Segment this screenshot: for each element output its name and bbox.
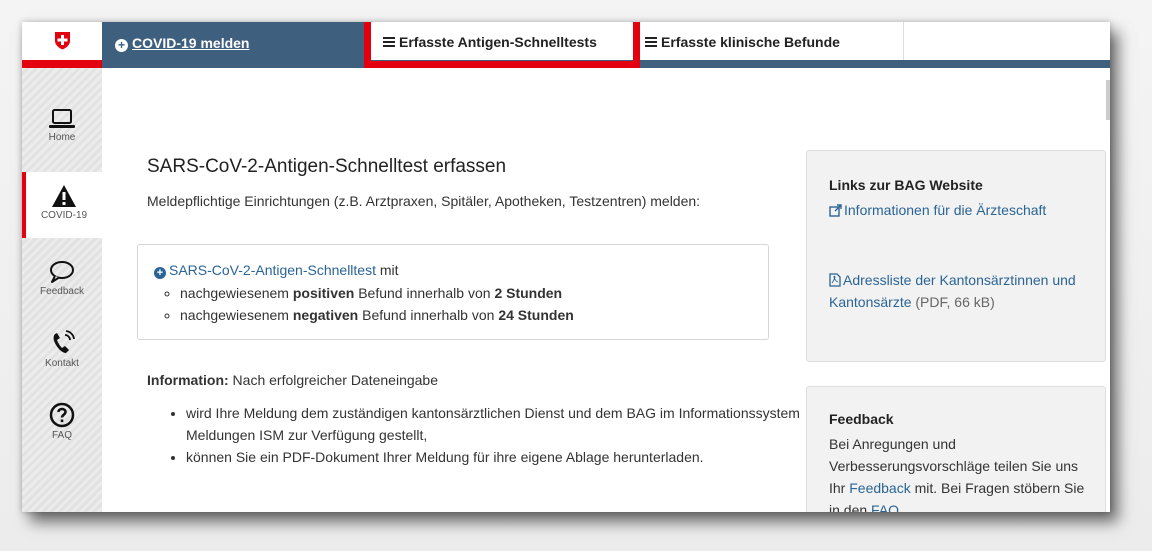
sidebar-item-faq[interactable]: FAQ [22, 402, 102, 441]
sidebar-item-label: Home [48, 132, 76, 143]
faq-link[interactable]: FAQ [871, 502, 899, 512]
panel-title: Links zur BAG Website [829, 177, 983, 193]
sidebar: Home COVID-19 Feedback Kontakt FAQ [22, 68, 102, 512]
sidebar-item-feedback[interactable]: Feedback [22, 260, 102, 297]
sidebar-item-covid[interactable]: COVID-19 [22, 172, 102, 238]
question-icon [49, 402, 75, 428]
brand-stripe [22, 60, 102, 68]
list-item: nachgewiesenem negativen Befund innerhal… [180, 304, 574, 326]
highlight-annotation [364, 22, 640, 68]
antigen-test-link[interactable]: + SARS-CoV-2-Antigen-Schnelltest [154, 262, 376, 279]
file-info: (PDF, 66 kB) [911, 294, 995, 310]
plus-circle-icon: + [115, 39, 128, 52]
link-suffix: mit [379, 262, 399, 278]
address-list-entry: Adressliste der Kantonsärztinnen und Kan… [829, 269, 1079, 313]
pdf-icon [829, 273, 841, 287]
sidebar-item-label: COVID-19 [40, 210, 88, 221]
antigen-test-entry: + SARS-CoV-2-Antigen-Schnelltest mit [154, 262, 399, 279]
feedback-panel: Feedback Bei Anregungen und Verbesserung… [806, 386, 1106, 512]
main-content: SARS-CoV-2-Antigen-Schnelltest erfassen … [102, 68, 1110, 512]
info-doctors-label: Informationen für die Ärzteschaft [844, 202, 1047, 218]
info-doctors-entry: Informationen für die Ärzteschaft [829, 199, 1079, 221]
info-heading: Information: Nach erfolgreicher Datenein… [147, 372, 439, 388]
page-title: SARS-CoV-2-Antigen-Schnelltest erfassen [147, 156, 507, 177]
list-icon [645, 37, 657, 47]
speech-bubble-icon [50, 261, 74, 283]
external-link-icon [829, 204, 842, 217]
intro-text: Meldepflichtige Einrichtungen (z.B. Arzt… [147, 193, 701, 209]
sidebar-item-kontakt[interactable]: Kontakt [22, 330, 102, 369]
feedback-link[interactable]: Feedback [849, 480, 910, 496]
plus-circle-icon: + [154, 267, 166, 279]
info-doctors-link[interactable]: Informationen für die Ärzteschaft [829, 202, 1046, 218]
deadline-list: nachgewiesenem positiven Befund innerhal… [160, 282, 574, 326]
scrollbar[interactable] [1106, 80, 1110, 120]
antigen-test-link-label: SARS-CoV-2-Antigen-Schnelltest [169, 262, 376, 278]
info-list: wird Ihre Meldung dem zuständigen kanton… [147, 402, 826, 468]
swiss-shield-icon[interactable] [54, 31, 71, 50]
covid-report-link[interactable]: + COVID-19 melden [115, 35, 249, 52]
bag-links-panel: Links zur BAG Website Informationen für … [806, 150, 1106, 362]
feedback-text: Bei Anregungen und Verbesserungsvorschlä… [829, 433, 1089, 512]
covid-report-label: COVID-19 melden [132, 35, 250, 51]
list-item: können Sie ein PDF-Dokument Ihrer Meldun… [186, 446, 826, 468]
app-window: + COVID-19 melden Erfasste Antigen-Schnel… [22, 22, 1110, 512]
list-item: nachgewiesenem positiven Befund innerhal… [180, 282, 574, 304]
warning-icon [52, 185, 76, 207]
tab-clinical-findings[interactable]: Erfasste klinische Befunde [632, 22, 904, 60]
list-item: wird Ihre Meldung dem zuständigen kanton… [186, 402, 826, 446]
phone-icon [53, 330, 75, 353]
sidebar-item-label: Feedback [40, 286, 84, 297]
sidebar-item-home[interactable]: Home [22, 108, 102, 143]
nav-blank-area [904, 22, 1110, 60]
report-options-box: +SARS-CoV-2-Antigen-Schnelltest mit nach… [137, 244, 769, 340]
sidebar-item-label: FAQ [51, 430, 72, 441]
sidebar-item-label: Kontakt [45, 358, 79, 369]
panel-title: Feedback [829, 411, 894, 427]
laptop-icon [49, 109, 75, 128]
tab-klinisch-label: Erfasste klinische Befunde [661, 34, 840, 50]
